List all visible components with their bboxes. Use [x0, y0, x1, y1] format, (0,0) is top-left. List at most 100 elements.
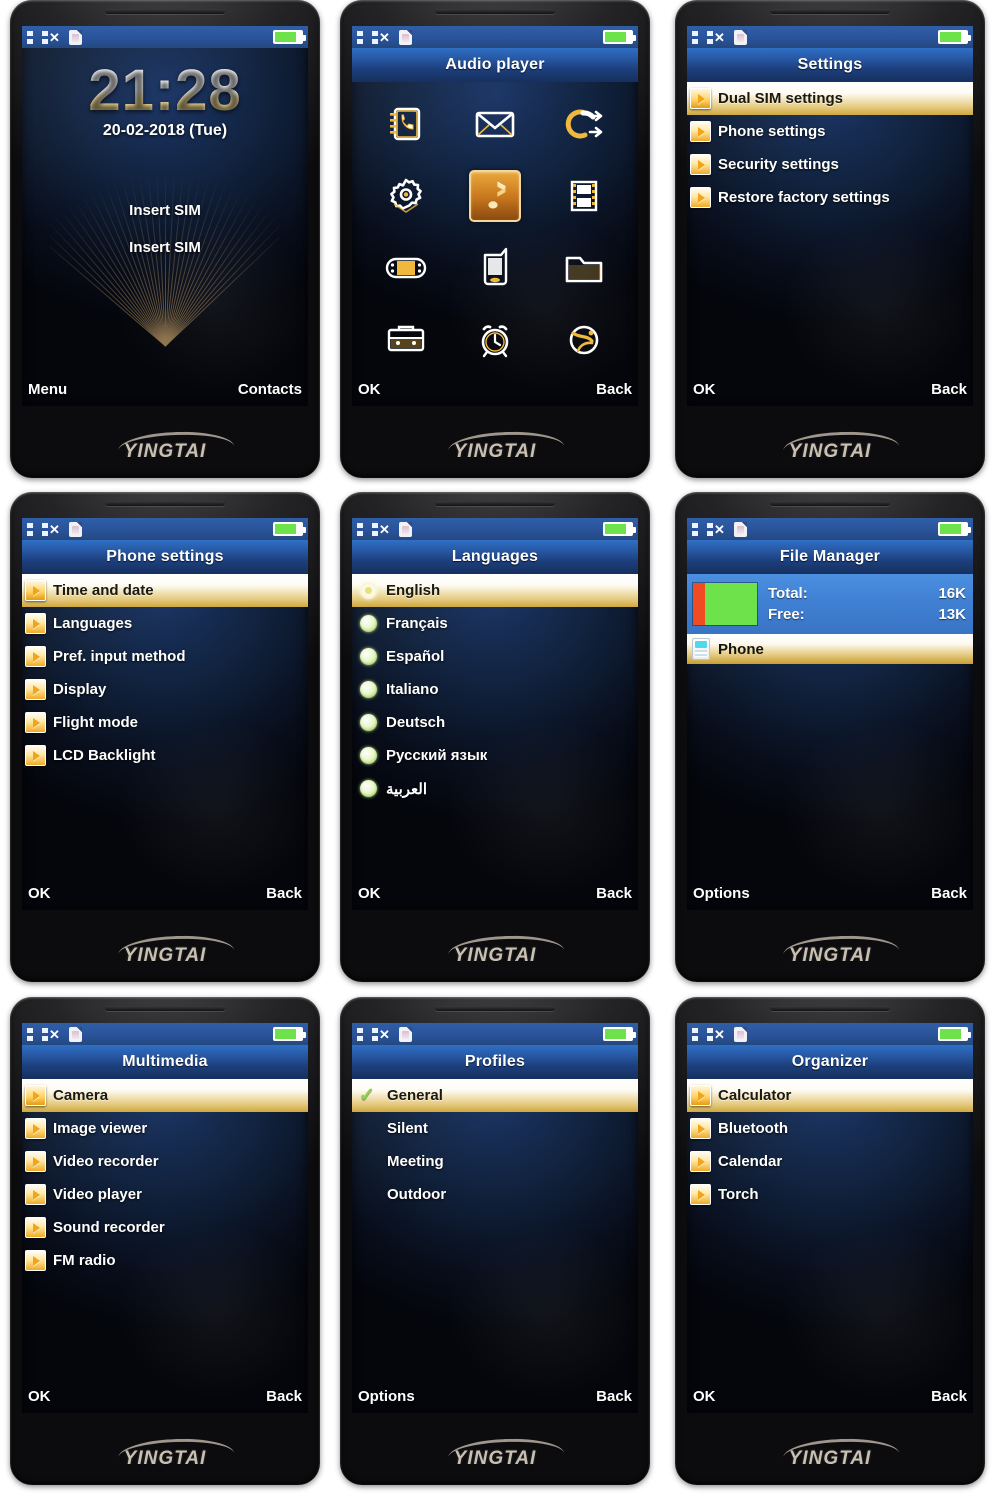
menu-item-settings-gear[interactable] [362, 160, 451, 232]
menu-item-services-globe[interactable] [539, 304, 628, 376]
phone-screen-settings[interactable]: ✕ Settings Dual SIM settings Phone settings… [687, 26, 973, 406]
list-item[interactable]: Dual SIM settings [687, 82, 973, 115]
radio-button-icon[interactable] [360, 582, 377, 599]
profile-list-item[interactable]: Outdoor [352, 1178, 638, 1211]
file-list-item[interactable]: Phone [687, 634, 973, 664]
menu-item-phonebook[interactable] [362, 88, 451, 160]
phone-screen-phone-settings[interactable]: ✕ Phone settings Time and date Languages Pre… [22, 518, 308, 910]
radio-list-item[interactable]: Deutsch [352, 706, 638, 739]
menu-item-messages-envelope[interactable] [451, 88, 540, 160]
list-item[interactable]: Image viewer [22, 1112, 308, 1145]
radio-button-icon[interactable] [360, 714, 377, 731]
softkey-bar: OK Back [687, 1383, 973, 1413]
phone-cell-settings: ✕ Settings Dual SIM settings Phone settings… [660, 0, 1000, 492]
radio-button-icon[interactable] [360, 681, 377, 698]
list-item-label: Phone settings [718, 123, 826, 140]
radio-list-item[interactable]: English [352, 574, 638, 607]
list-item[interactable]: Restore factory settings [687, 181, 973, 214]
softkey-right[interactable]: Back [931, 381, 967, 398]
softkey-right[interactable]: Back [596, 885, 632, 902]
radio-button-icon[interactable] [360, 780, 377, 797]
softkey-left[interactable]: OK [693, 1388, 716, 1405]
softkey-left[interactable]: Options [358, 1388, 415, 1405]
sim-card-icon [398, 29, 412, 45]
profile-list-item[interactable]: Meeting [352, 1145, 638, 1178]
profile-list-item[interactable]: ✓ General [352, 1079, 638, 1112]
radio-list-item-label: العربية [386, 780, 427, 798]
signal-bars-icon [692, 522, 698, 536]
softkey-right[interactable]: Back [596, 381, 632, 398]
phone-screen-multimedia[interactable]: ✕ Multimedia Camera Image viewer Video recor… [22, 1023, 308, 1413]
radio-button-icon[interactable] [360, 648, 377, 665]
softkey-right[interactable]: Back [596, 1388, 632, 1405]
signal-bars-icon [357, 522, 363, 536]
menu-item-file-manager-folder[interactable] [539, 232, 628, 304]
phone-screen-profiles[interactable]: ✕ Profiles ✓ General Silent Meeting Outdoor Opt… [352, 1023, 638, 1413]
menu-item-audio-player-note[interactable] [451, 160, 540, 232]
phone-screen-organizer[interactable]: ✕ Organizer Calculator Bluetooth Calendar Tor… [687, 1023, 973, 1413]
list-item[interactable]: Sound recorder [22, 1211, 308, 1244]
radio-list-item[interactable]: Русский язык [352, 739, 638, 772]
softkey-right[interactable]: Contacts [238, 381, 302, 398]
softkey-left[interactable]: OK [28, 885, 51, 902]
softkey-right[interactable]: Back [931, 1388, 967, 1405]
status-bar: ✕ [22, 26, 308, 48]
phone-screen-languages[interactable]: ✕ Languages English Français Español Italiano… [352, 518, 638, 910]
radio-list-item[interactable]: Español [352, 640, 638, 673]
organizer-toolbox-icon [380, 314, 432, 366]
menu-item-alarm-clock[interactable] [451, 304, 540, 376]
list-item[interactable]: FM radio [22, 1244, 308, 1277]
list-item[interactable]: Video recorder [22, 1145, 308, 1178]
softkey-right[interactable]: Back [266, 885, 302, 902]
softkey-right[interactable]: Back [266, 1388, 302, 1405]
screen-title: Settings [687, 48, 973, 82]
list-item[interactable]: Security settings [687, 148, 973, 181]
list-item[interactable]: Languages [22, 607, 308, 640]
softkey-left[interactable]: OK [28, 1388, 51, 1405]
chevron-right-icon [690, 121, 711, 142]
list-item[interactable]: Calculator [687, 1079, 973, 1112]
list-item[interactable]: Display [22, 673, 308, 706]
list-item[interactable]: Time and date [22, 574, 308, 607]
storage-summary: Total: 16K Free: 13K [687, 574, 973, 634]
signal-bars-icon [692, 1027, 698, 1041]
menu-item-video-film[interactable] [539, 160, 628, 232]
phone-screen-file-manager[interactable]: ✕ File Manager Total: 16K Free: 13K Phone Optio… [687, 518, 973, 910]
storage-rows: Total: 16K Free: 13K [768, 583, 966, 625]
list-item[interactable]: Phone settings [687, 115, 973, 148]
radio-button-icon[interactable] [360, 615, 377, 632]
storage-total-row: Total: 16K [768, 583, 966, 604]
list-item[interactable]: Pref. input method [22, 640, 308, 673]
radio-list-item[interactable]: العربية [352, 772, 638, 805]
softkey-right[interactable]: Back [931, 885, 967, 902]
phone-screen-main-menu[interactable]: ✕ Audio player OK Back [352, 26, 638, 406]
list-item[interactable]: Video player [22, 1178, 308, 1211]
logo-swoosh-icon [447, 933, 564, 959]
list-item[interactable]: Bluetooth [687, 1112, 973, 1145]
list-item-label: Bluetooth [718, 1120, 788, 1137]
radio-list-item[interactable]: Italiano [352, 673, 638, 706]
menu-item-games-gamepad[interactable] [362, 232, 451, 304]
radio-list-item[interactable]: Français [352, 607, 638, 640]
profile-list-item[interactable]: Silent [352, 1112, 638, 1145]
list-item[interactable]: Flight mode [22, 706, 308, 739]
menu-item-organizer-toolbox[interactable] [362, 304, 451, 376]
list-item[interactable]: LCD Backlight [22, 739, 308, 772]
radio-button-icon[interactable] [360, 747, 377, 764]
profile-list-item-label: Meeting [387, 1153, 444, 1170]
list-item[interactable]: Camera [22, 1079, 308, 1112]
softkey-left[interactable]: Menu [28, 381, 67, 398]
phone-screen-idle[interactable]: ✕ 21:28 20-02-2018 (Tue) Insert SIM Insert S… [22, 26, 308, 406]
list-item[interactable]: Calendar [687, 1145, 973, 1178]
list-item[interactable]: Torch [687, 1178, 973, 1211]
softkey-left[interactable]: OK [693, 381, 716, 398]
chevron-right-icon [25, 580, 46, 601]
brand-logo: YINGTAI [10, 429, 320, 472]
radio-list-item-label: Italiano [386, 681, 439, 698]
softkey-left[interactable]: Options [693, 885, 750, 902]
menu-item-profiles-handset[interactable] [451, 232, 540, 304]
softkey-left[interactable]: OK [358, 381, 381, 398]
menu-item-call-center[interactable] [539, 88, 628, 160]
logo-swoosh-icon [447, 1436, 564, 1462]
softkey-left[interactable]: OK [358, 885, 381, 902]
